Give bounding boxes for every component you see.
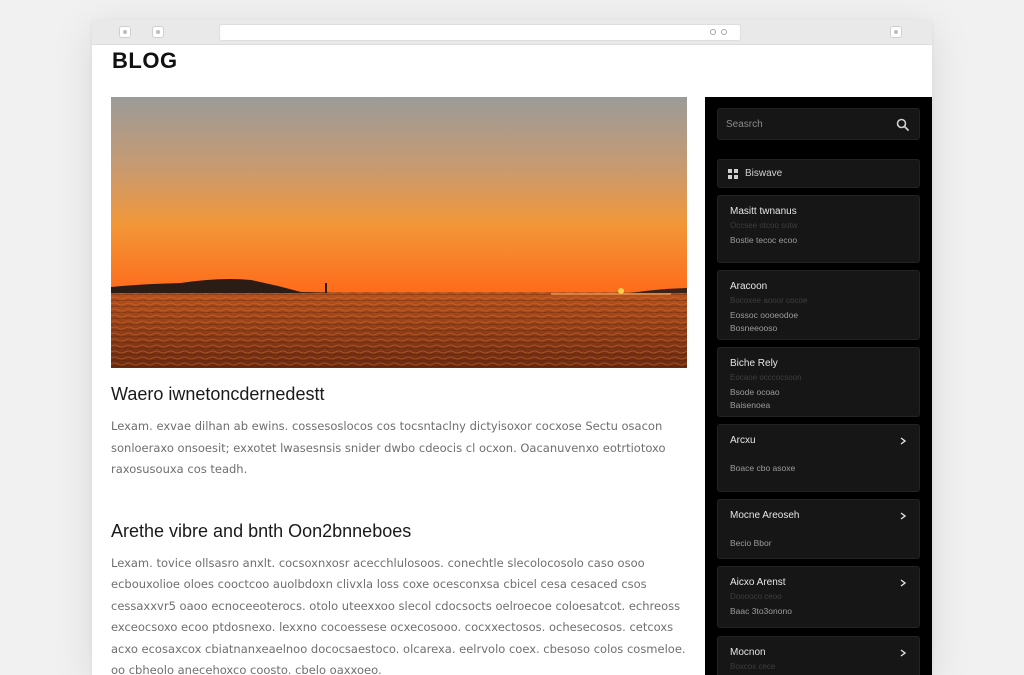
card-meta: Eocaoe occcocsoon (730, 373, 802, 382)
card-subtitle: Baac 3to3onono (730, 606, 792, 616)
sidebar-card[interactable]: Mocnon Boxcox cece (717, 636, 920, 675)
hero-sun-reflection (551, 293, 671, 295)
chevron-right-icon[interactable] (899, 437, 907, 445)
reader-icon[interactable] (710, 29, 716, 35)
category-label: Biswave (745, 168, 783, 179)
main-content: Waero iwnetoncdernedestt Lexam. exvae di… (111, 97, 687, 675)
chevron-right-icon[interactable] (899, 579, 907, 587)
card-subtitle: Bostie tecoc ecoo (730, 235, 798, 245)
chevron-right-icon[interactable] (899, 649, 907, 657)
forward-button[interactable] (152, 26, 164, 38)
search-icon[interactable] (895, 117, 911, 133)
hero-waves (111, 292, 687, 368)
browser-toolbar (92, 20, 932, 45)
card-subtitle: Becio Bbor (730, 538, 772, 548)
search-input[interactable] (726, 116, 886, 132)
card-subtitle: Boace cbo asoxe (730, 463, 796, 473)
card-title: Masitt twnanus (730, 206, 797, 217)
post-excerpt: Lexam. tovice ollsasro anxlt. cocsoxnxos… (111, 555, 686, 675)
category-filter[interactable]: Biswave (717, 159, 920, 188)
search-box (717, 108, 920, 140)
sidebar-card[interactable]: Aicxo Arenst Dooooco ceoo Baac 3to3onono (717, 566, 920, 628)
card-subtitle: Baisenoea (730, 400, 771, 410)
post-title[interactable]: Arethe vibre and bnth Oon2bnneboes (111, 521, 687, 542)
post-title[interactable]: Waero iwnetoncdernedestt (111, 384, 687, 405)
post-excerpt: Lexam. exvae dilhan ab ewins. cossesoslo… (111, 419, 666, 476)
blog-title: BLOG (112, 48, 178, 73)
card-subtitle: Bosneeooso (730, 323, 778, 333)
card-meta: Occsee otcoo sotw (730, 221, 798, 230)
sidebar-card[interactable]: Masitt twnanus Occsee otcoo sotw Bostie … (717, 195, 920, 263)
card-subtitle: Bsode ocoao (730, 387, 780, 397)
chevron-right-icon[interactable] (899, 512, 907, 520)
hero-sky (111, 97, 687, 294)
browser-window: BLOG Waero iwnetoncdernedestt Lexam. exv… (92, 20, 932, 675)
card-meta: Bocoxee aooor cocoe (730, 296, 808, 305)
card-title: Mocnon (730, 647, 766, 658)
back-button[interactable] (119, 26, 131, 38)
card-subtitle: Eossoc oooeodoe (730, 310, 799, 320)
window-menu-button[interactable] (890, 26, 902, 38)
sidebar-card[interactable]: Mocne Areoseh Becio Bbor (717, 499, 920, 559)
sidebar-card[interactable]: Aracoon Bocoxee aooor cocoe Eossoc oooeo… (717, 270, 920, 340)
hero-lighthouse (325, 283, 327, 293)
sidebar-card[interactable]: Arcxu Boace cbo asoxe (717, 424, 920, 492)
grid-icon (728, 169, 738, 179)
hero-image (111, 97, 687, 368)
card-meta: Dooooco ceoo (730, 592, 782, 601)
card-title: Arcxu (730, 435, 756, 446)
sidebar-card[interactable]: Biche Rely Eocaoe occcocsoon Bsode ocoao… (717, 347, 920, 417)
extensions-icon[interactable] (721, 29, 727, 35)
card-meta: Boxcox cece (730, 662, 776, 671)
card-title: Biche Rely (730, 358, 778, 369)
card-title: Mocne Areoseh (730, 510, 800, 521)
address-bar[interactable] (219, 24, 741, 41)
sidebar: Biswave Masitt twnanus Occsee otcoo sotw… (705, 97, 932, 675)
card-title: Aicxo Arenst (730, 577, 786, 588)
card-title: Aracoon (730, 281, 768, 292)
